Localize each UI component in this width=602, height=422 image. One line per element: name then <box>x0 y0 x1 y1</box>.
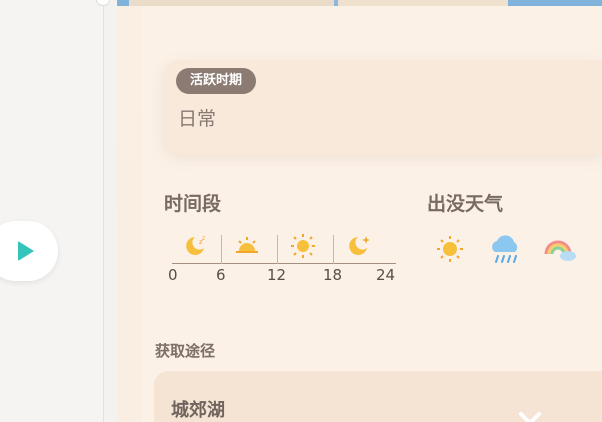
header-image-strip <box>508 0 602 6</box>
side-panel <box>0 0 104 422</box>
tick-label-18: 18 <box>323 266 343 284</box>
timeline-tick <box>277 235 278 264</box>
moon-sleep-icon: z z <box>186 235 205 255</box>
sun-icon <box>291 234 315 258</box>
active-period-value: 日常 <box>178 108 217 130</box>
play-button[interactable] <box>0 221 58 281</box>
play-icon <box>18 241 34 261</box>
time-timeline: z z 0 6 12 18 24 <box>164 225 400 287</box>
time-section-title: 时间段 <box>164 193 222 215</box>
acquisition-title: 获取途径 <box>155 342 216 360</box>
active-period-badge: 活跃时期 <box>176 68 257 94</box>
timeline-tick <box>221 235 222 264</box>
header-image-strip <box>117 0 129 6</box>
tick-label-0: 0 <box>168 266 178 284</box>
tick-label-6: 6 <box>216 266 226 284</box>
acquisition-location: 城郊湖 <box>171 400 225 421</box>
close-icon[interactable] <box>513 404 547 422</box>
svg-text:z: z <box>202 235 205 242</box>
sunrise-icon <box>236 237 258 253</box>
moon-star-icon <box>349 236 370 255</box>
sunny-icon <box>437 236 463 262</box>
tick-label-12: 12 <box>267 266 287 284</box>
timeline-axis <box>172 263 396 264</box>
timeline-tick <box>333 235 334 264</box>
rain-cloud-icon <box>492 235 518 263</box>
tick-label-24: 24 <box>376 266 396 284</box>
header-image-strip <box>129 0 334 6</box>
header-image-strip <box>338 0 508 6</box>
weather-section-title: 出没天气 <box>427 193 504 215</box>
rainbow-icon <box>544 240 576 261</box>
side-divider <box>103 0 104 422</box>
